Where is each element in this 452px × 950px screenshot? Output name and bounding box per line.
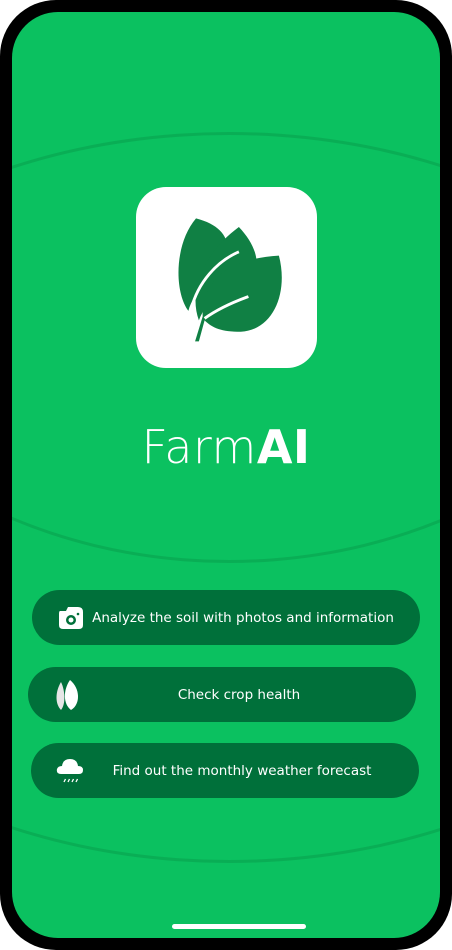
leaf-icon xyxy=(52,679,82,710)
action-label: Analyze the soil with photos and informa… xyxy=(92,609,394,626)
home-indicator[interactable] xyxy=(172,924,306,929)
title-regular: Farm xyxy=(141,420,257,474)
check-crop-health-button[interactable]: Check crop health xyxy=(28,667,416,722)
app-title: FarmAI xyxy=(12,420,440,474)
action-label: Find out the monthly weather forecast xyxy=(112,762,372,779)
weather-forecast-button[interactable]: Find out the monthly weather forecast xyxy=(31,743,419,798)
camera-icon xyxy=(56,603,86,633)
app-logo xyxy=(136,187,317,368)
action-label: Check crop health xyxy=(177,686,301,703)
title-bold: AI xyxy=(256,420,311,474)
leaves-icon xyxy=(178,218,282,342)
screen: FarmAI Analyze the soil with photos and … xyxy=(12,12,440,938)
phone-frame: FarmAI Analyze the soil with photos and … xyxy=(0,0,452,950)
analyze-soil-button[interactable]: Analyze the soil with photos and informa… xyxy=(32,590,420,645)
rain-cloud-icon xyxy=(55,756,85,786)
